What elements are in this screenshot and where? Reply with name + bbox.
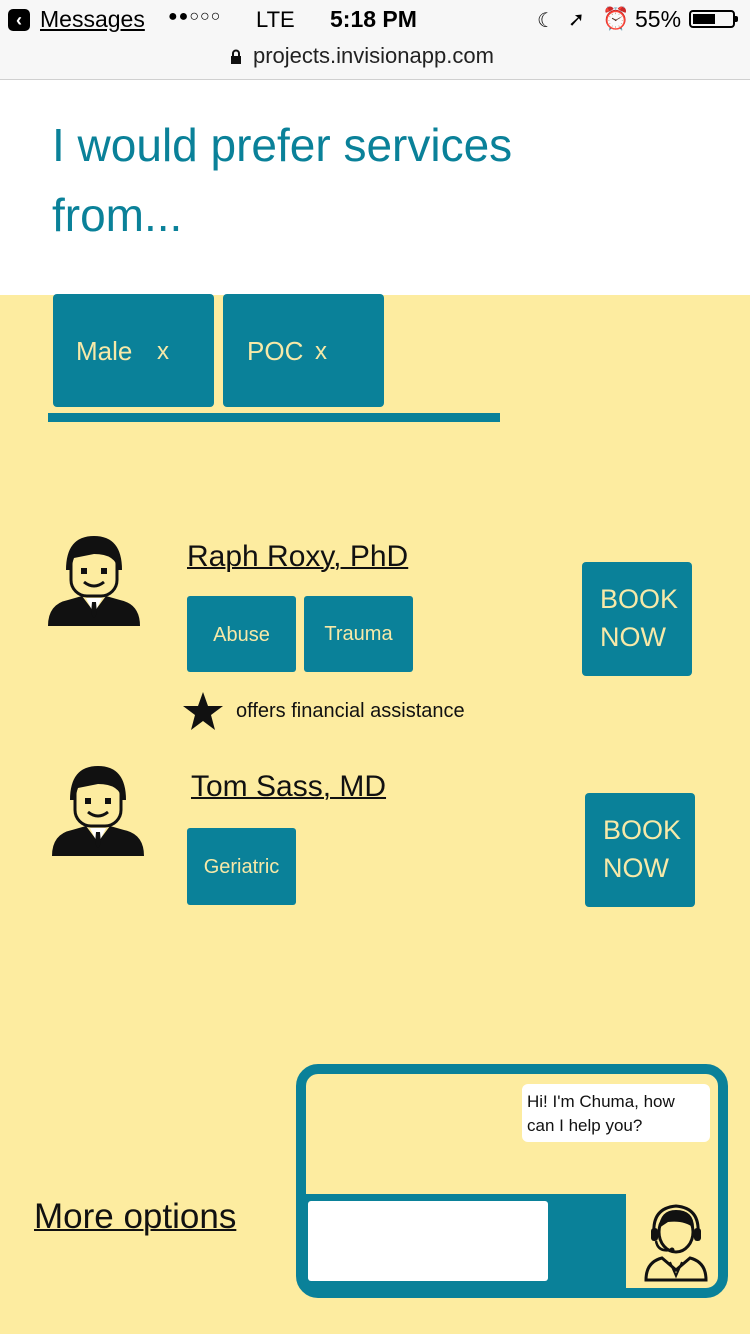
filter-chip-male[interactable]: Male x bbox=[53, 294, 214, 407]
specialty-tag: Geriatric bbox=[187, 828, 296, 905]
provider-name-link[interactable]: Raph Roxy, PhD bbox=[187, 540, 408, 574]
chat-input[interactable] bbox=[308, 1201, 548, 1281]
back-to-messages-link[interactable]: Messages bbox=[40, 6, 145, 33]
chat-greeting-bubble: Hi! I'm Chuma, how can I help you? bbox=[522, 1084, 710, 1142]
book-now-button[interactable]: BOOK NOW bbox=[582, 562, 692, 676]
more-options-link[interactable]: More options bbox=[34, 1197, 236, 1237]
book-now-button[interactable]: BOOK NOW bbox=[585, 793, 695, 907]
star-icon bbox=[183, 692, 223, 730]
remove-filter-icon[interactable]: x bbox=[157, 338, 169, 366]
battery-percent: 55% bbox=[635, 6, 682, 32]
provider-name-link[interactable]: Tom Sass, MD bbox=[191, 770, 386, 804]
book-now-label-line2: NOW bbox=[603, 853, 669, 883]
page-title: I would prefer services from... bbox=[52, 119, 513, 241]
financial-assistance-note: offers financial assistance bbox=[236, 700, 465, 722]
provider-avatar-icon bbox=[52, 766, 144, 856]
specialty-tag: Abuse bbox=[187, 596, 296, 672]
status-bar: ‹ Messages ●●○○○ LTE 5:18 PM ☾ ➚ ⏰ 55% bbox=[0, 0, 750, 40]
clock: 5:18 PM bbox=[330, 6, 417, 32]
specialty-tag: Trauma bbox=[304, 596, 413, 672]
headset-agent-icon[interactable] bbox=[638, 1202, 714, 1282]
remove-filter-icon[interactable]: x bbox=[315, 338, 327, 366]
page-header: I would prefer services from... bbox=[0, 80, 750, 295]
signal-strength: ●●○○○ bbox=[168, 8, 222, 25]
battery-icon bbox=[689, 10, 738, 28]
url-text: projects.invisionapp.com bbox=[253, 43, 494, 68]
do-not-disturb-icon: ☾ bbox=[537, 10, 555, 32]
location-icon: ➚ bbox=[568, 9, 585, 31]
carrier-label: LTE bbox=[256, 7, 295, 32]
lock-icon bbox=[230, 49, 242, 70]
book-now-label-line2: NOW bbox=[600, 622, 666, 652]
back-chevron-icon[interactable]: ‹ bbox=[8, 9, 30, 31]
alarm-icon: ⏰ bbox=[602, 6, 630, 31]
book-now-label-line1: BOOK bbox=[600, 584, 679, 614]
chat-widget: Hi! I'm Chuma, how can I help you? bbox=[296, 1064, 728, 1298]
provider-avatar-icon bbox=[48, 536, 140, 626]
filter-divider bbox=[48, 413, 500, 422]
filter-chip-poc[interactable]: POC x bbox=[223, 294, 384, 407]
book-now-label-line1: BOOK bbox=[603, 815, 682, 845]
url-bar[interactable]: projects.invisionapp.com bbox=[0, 40, 750, 80]
filter-chip-label: POC bbox=[247, 336, 304, 366]
filter-chip-label: Male bbox=[76, 336, 133, 366]
